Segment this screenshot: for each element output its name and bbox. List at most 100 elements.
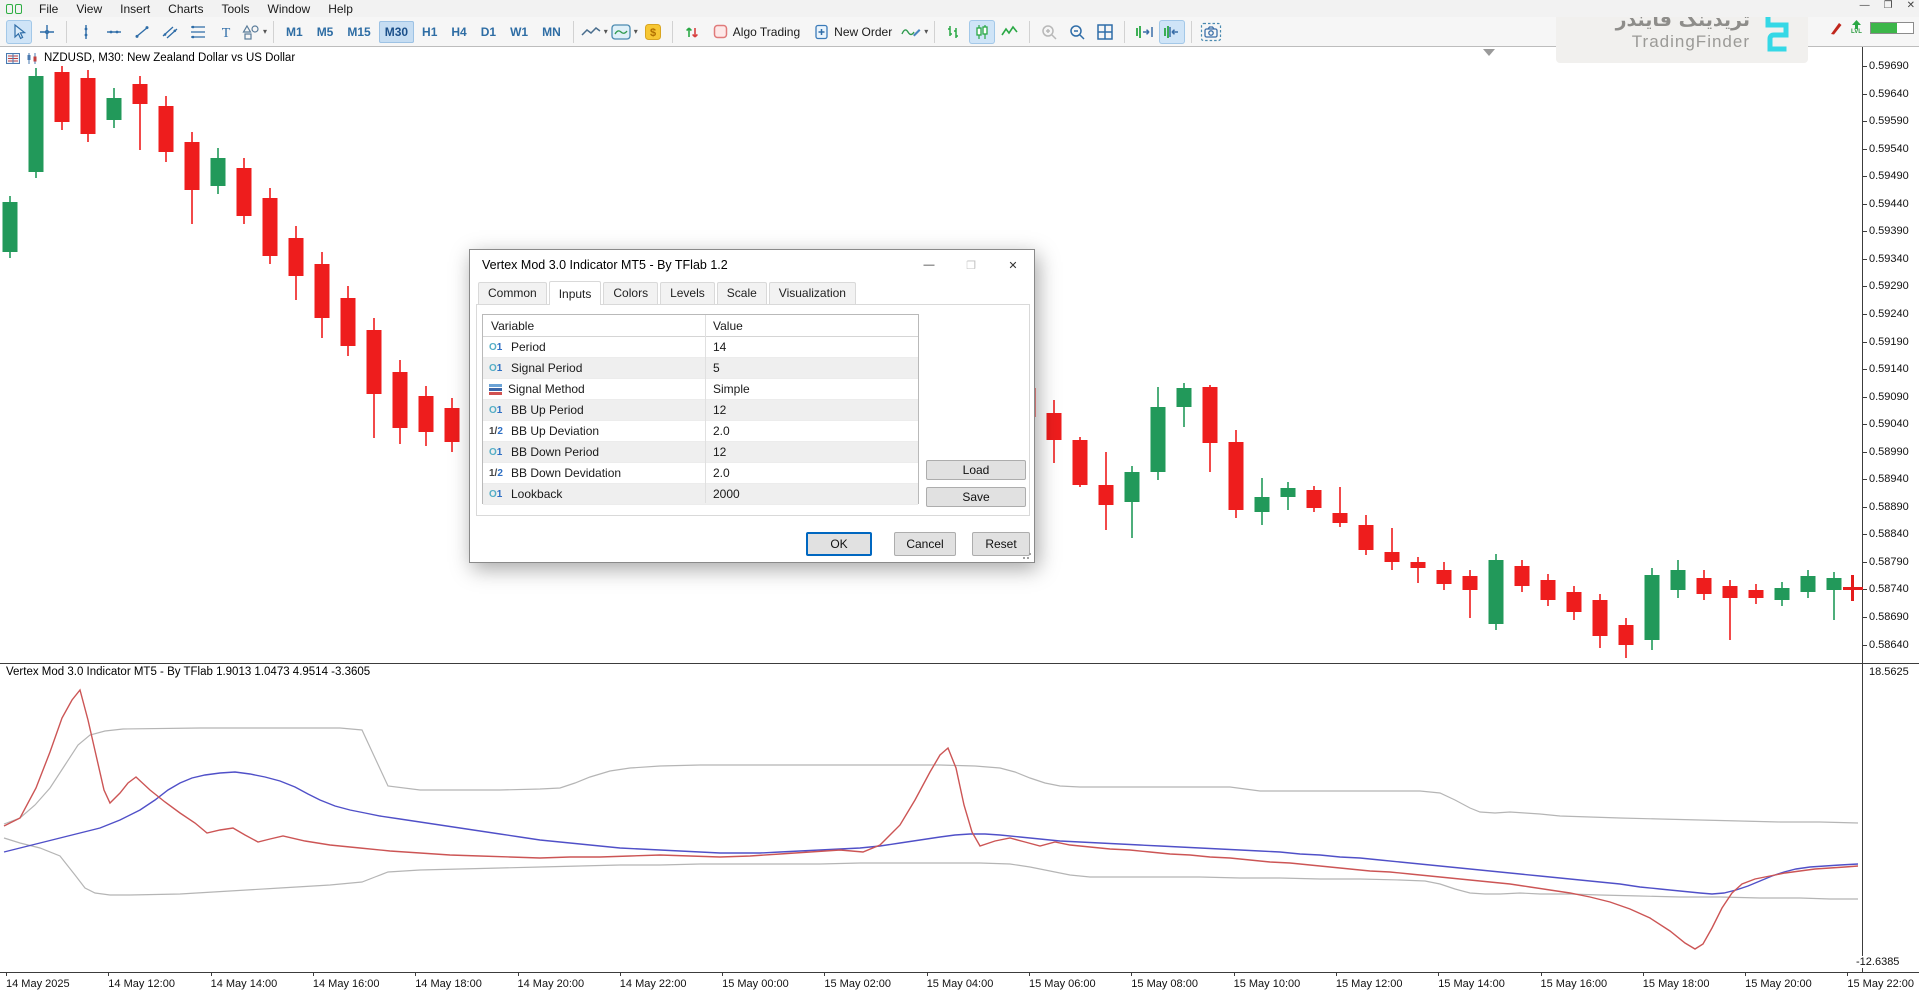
cancel-button[interactable]: Cancel <box>894 532 956 556</box>
trendline-tool-button[interactable] <box>129 20 155 44</box>
param-row-period[interactable]: O1Period14 <box>483 337 918 358</box>
price-tick <box>1862 66 1867 67</box>
dialog-tab-inputs[interactable]: Inputs <box>549 281 602 305</box>
tile-windows-button[interactable] <box>1092 20 1118 44</box>
save-button[interactable]: Save <box>926 487 1026 507</box>
dialog-tab-scale[interactable]: Scale <box>717 282 767 304</box>
vertical-line-tool-button[interactable] <box>73 20 99 44</box>
time-label: 15 May 04:00 <box>927 978 994 990</box>
chart-profile-button[interactable]: ▾ <box>580 20 608 44</box>
menu-item-insert[interactable]: Insert <box>111 1 159 17</box>
price-label: 0.58840 <box>1869 528 1909 540</box>
timeframe-button-m15[interactable]: M15 <box>341 21 376 43</box>
time-label: 15 May 06:00 <box>1029 978 1096 990</box>
param-row-bb-down-devidation[interactable]: 1/2BB Down Devidation2.0 <box>483 463 918 484</box>
chart-shift-button[interactable] <box>1131 20 1157 44</box>
dialog-title-bar[interactable]: Vertex Mod 3.0 Indicator MT5 - By TFlab … <box>470 250 1034 280</box>
menu-item-tools[interactable]: Tools <box>213 1 259 17</box>
indicator-panel-title: Vertex Mod 3.0 Indicator MT5 - By TFlab … <box>6 666 370 678</box>
new-order-button[interactable]: New Order <box>808 20 898 44</box>
timeframe-button-m5[interactable]: M5 <box>311 21 340 43</box>
indicator-panel-separator[interactable] <box>0 663 1919 664</box>
candlestick-chart-type-button[interactable] <box>969 20 995 44</box>
dialog-close-button[interactable]: ✕ <box>992 250 1034 280</box>
price-label: 0.59290 <box>1869 280 1909 292</box>
currency-button[interactable]: $ <box>640 20 666 44</box>
timeframe-button-d1[interactable]: D1 <box>475 21 502 43</box>
param-value[interactable]: 12 <box>705 403 918 417</box>
bar-chart-type-button[interactable] <box>941 20 967 44</box>
timeframe-button-mn[interactable]: MN <box>536 21 567 43</box>
horizontal-line-tool-button[interactable] <box>101 20 127 44</box>
scroll-position-marker[interactable] <box>1483 49 1495 56</box>
menu-item-view[interactable]: View <box>67 1 111 17</box>
double-type-icon: 1/2 <box>489 468 505 479</box>
param-row-bb-up-period[interactable]: O1BB Up Period12 <box>483 400 918 421</box>
fibonacci-tool-button[interactable] <box>185 20 211 44</box>
param-row-bb-up-deviation[interactable]: 1/2BB Up Deviation2.0 <box>483 421 918 442</box>
algo-trading-icon <box>713 24 728 39</box>
load-button[interactable]: Load <box>926 460 1026 480</box>
dialog-minimize-button[interactable]: — <box>908 250 950 280</box>
toolbar-separator <box>66 21 67 43</box>
param-value[interactable]: 2.0 <box>705 466 918 480</box>
param-row-bb-down-period[interactable]: O1BB Down Period12 <box>483 442 918 463</box>
param-value[interactable]: 5 <box>705 361 918 375</box>
price-label: 0.58740 <box>1869 583 1909 595</box>
indicator-window-button[interactable]: ▾ <box>610 20 638 44</box>
menu-item-help[interactable]: Help <box>319 1 362 17</box>
horizontal-line-icon <box>105 23 123 41</box>
text-tool-button[interactable]: T <box>213 20 239 44</box>
time-label: 15 May 14:00 <box>1438 978 1505 990</box>
time-label: 14 May 22:00 <box>620 978 687 990</box>
zoom-in-button[interactable] <box>1036 20 1062 44</box>
line-chart-type-button[interactable] <box>997 20 1023 44</box>
toolbar-separator <box>273 21 274 43</box>
integer-type-icon: O1 <box>489 363 505 374</box>
param-row-signal-method[interactable]: Signal MethodSimple <box>483 379 918 400</box>
crosshair-tool-button[interactable] <box>34 20 60 44</box>
menu-item-window[interactable]: Window <box>259 1 320 17</box>
price-tick <box>1862 617 1867 618</box>
timeframe-button-m1[interactable]: M1 <box>280 21 309 43</box>
column-divider[interactable] <box>705 315 706 503</box>
dialog-tab-levels[interactable]: Levels <box>660 282 715 304</box>
cursor-icon <box>10 23 28 41</box>
price-tick <box>1862 452 1867 453</box>
screenshot-button[interactable] <box>1198 20 1224 44</box>
dialog-title: Vertex Mod 3.0 Indicator MT5 - By TFlab … <box>482 258 728 272</box>
menu-item-charts[interactable]: Charts <box>159 1 212 17</box>
window-minimize-button[interactable]: — <box>1860 0 1870 11</box>
dialog-tab-colors[interactable]: Colors <box>603 282 658 304</box>
param-value[interactable]: Simple <box>705 382 918 396</box>
window-close-button[interactable]: ✕ <box>1907 0 1915 11</box>
window-maximize-button[interactable]: ❐ <box>1884 0 1893 11</box>
resize-grip[interactable] <box>1022 550 1032 560</box>
channel-tool-button[interactable] <box>157 20 183 44</box>
auto-scroll-button[interactable] <box>1159 20 1185 44</box>
zoom-out-button[interactable] <box>1064 20 1090 44</box>
timeframe-button-w1[interactable]: W1 <box>504 21 534 43</box>
depth-of-market-button[interactable] <box>679 20 705 44</box>
price-label: 0.59540 <box>1869 143 1909 155</box>
param-row-signal-period[interactable]: O1Signal Period5 <box>483 358 918 379</box>
timeframe-button-m30[interactable]: M30 <box>379 21 414 43</box>
dialog-tab-common[interactable]: Common <box>478 282 547 304</box>
menu-item-file[interactable]: File <box>30 1 67 17</box>
param-value[interactable]: 2.0 <box>705 424 918 438</box>
timeframe-button-h4[interactable]: H4 <box>445 21 472 43</box>
cursor-tool-button[interactable] <box>6 20 32 44</box>
param-row-lookback[interactable]: O1Lookback2000 <box>483 484 918 505</box>
algo-trading-button[interactable]: Algo Trading <box>707 20 806 44</box>
quick-indicator-button[interactable]: ▾ <box>900 20 928 44</box>
param-value[interactable]: 14 <box>705 340 918 354</box>
time-tick <box>1336 972 1337 976</box>
dialog-tab-visualization[interactable]: Visualization <box>769 282 856 304</box>
ok-button[interactable]: OK <box>806 532 872 556</box>
timeframe-button-h1[interactable]: H1 <box>416 21 443 43</box>
shapes-tool-button[interactable]: ▾ <box>241 20 267 44</box>
time-tick <box>1643 972 1644 976</box>
tile-windows-icon <box>1096 23 1114 41</box>
param-value[interactable]: 12 <box>705 445 918 459</box>
param-value[interactable]: 2000 <box>705 487 918 501</box>
